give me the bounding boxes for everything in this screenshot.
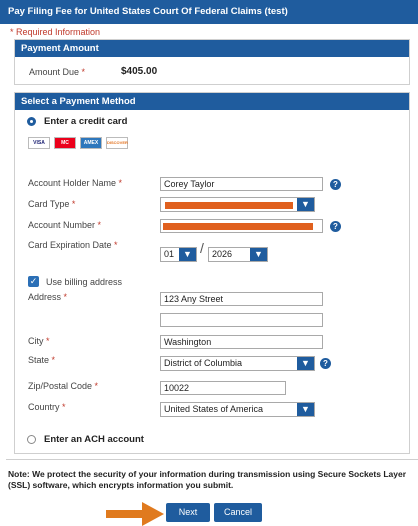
card-type-label: Card Type * [28, 199, 76, 209]
credit-card-option-label[interactable]: Enter a credit card [44, 116, 127, 127]
chevron-down-icon[interactable]: ▼ [179, 248, 196, 261]
chevron-down-icon[interactable]: ▼ [297, 357, 314, 370]
chevron-down-icon[interactable]: ▼ [297, 403, 314, 416]
country-label: Country * [28, 402, 66, 412]
next-button[interactable]: Next [166, 503, 210, 522]
billing-checkbox[interactable]: ✓ [28, 276, 39, 287]
discover-logo: DISCOVER [106, 137, 128, 149]
mastercard-logo: MC [54, 137, 76, 149]
page-title: Pay Filing Fee for United States Court O… [0, 0, 418, 24]
zip-label: Zip/Postal Code * [28, 381, 99, 391]
zip-input[interactable]: 10022 [160, 381, 286, 395]
account-number-redaction [163, 223, 313, 230]
chevron-down-icon[interactable]: ▼ [297, 198, 314, 211]
billing-label[interactable]: Use billing address [46, 277, 122, 287]
address-label: Address * [28, 292, 68, 302]
account-number-input[interactable] [160, 219, 323, 233]
chevron-down-icon[interactable]: ▼ [250, 248, 267, 261]
card-type-redaction [165, 202, 293, 209]
arrow-right-icon [106, 502, 164, 526]
holder-help-icon[interactable]: ? [330, 179, 341, 190]
amount-due-value: $405.00 [121, 66, 158, 77]
amount-due-label: Amount Due * [29, 67, 86, 77]
credit-card-radio[interactable] [27, 117, 36, 126]
cancel-button[interactable]: Cancel [214, 503, 262, 522]
payment-amount-panel: Payment Amount Amount Due * $405.00 [14, 39, 410, 85]
city-label: City * [28, 336, 50, 346]
expiration-label: Card Expiration Date * [28, 240, 118, 250]
payment-amount-header: Payment Amount [15, 40, 409, 57]
holder-name-input[interactable]: Corey Taylor [160, 177, 323, 191]
holder-name-label: Account Holder Name * [28, 178, 123, 188]
ach-radio[interactable] [27, 435, 36, 444]
payment-method-header: Select a Payment Method [15, 93, 409, 110]
account-number-label: Account Number * [28, 220, 102, 230]
ach-option-label[interactable]: Enter an ACH account [44, 434, 144, 445]
exp-year-select[interactable]: 2026 ▼ [208, 247, 268, 262]
country-select[interactable]: United States of America ▼ [160, 402, 315, 417]
divider [6, 459, 418, 460]
account-help-icon[interactable]: ? [330, 221, 341, 232]
card-type-select[interactable]: ▼ [160, 197, 315, 212]
state-help-icon[interactable]: ? [320, 358, 331, 369]
exp-month-select[interactable]: 01 ▼ [160, 247, 197, 262]
required-info: * Required Information [10, 27, 101, 37]
state-label: State * [28, 355, 56, 365]
city-input[interactable]: Washington [160, 335, 323, 349]
amex-logo: AMEX [80, 137, 102, 149]
ssl-note: Note: We protect the security of your in… [8, 469, 407, 490]
visa-logo: VISA [28, 137, 50, 149]
exp-separator: / [200, 240, 204, 256]
address-line1-input[interactable]: 123 Any Street [160, 292, 323, 306]
address-line2-input[interactable] [160, 313, 323, 327]
state-select[interactable]: District of Columbia ▼ [160, 356, 315, 371]
